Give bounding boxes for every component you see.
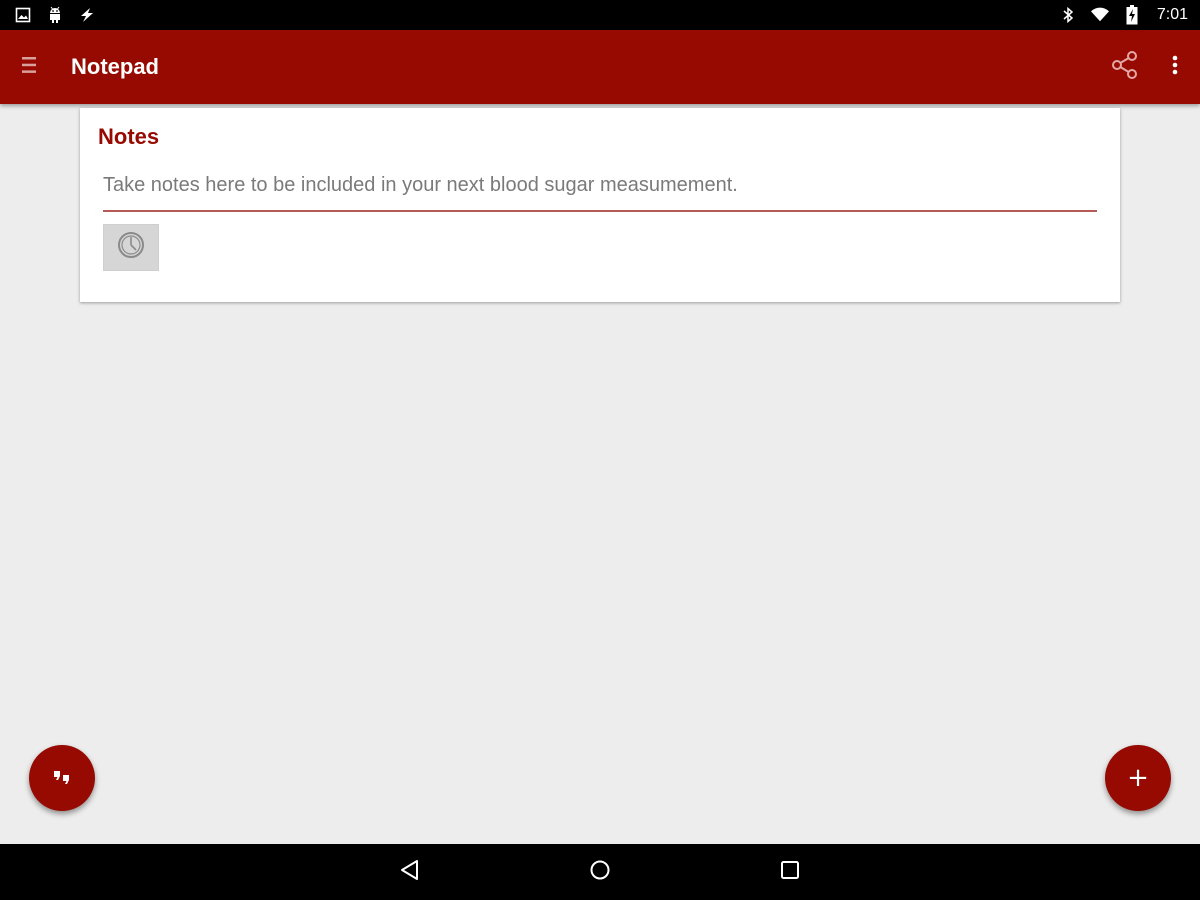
recents-icon [779,859,801,886]
insert-timestamp-button[interactable] [103,224,159,271]
back-icon [399,859,421,886]
share-button[interactable] [1100,30,1150,104]
home-icon [589,859,611,886]
quote-fab-button[interactable] [29,745,95,811]
nav-back-button[interactable] [315,844,505,900]
status-bar-notifications [14,6,96,24]
app-title: Notepad [71,54,159,79]
notes-card-title: Notes [98,124,160,149]
status-bar: 7:01 [0,0,1200,30]
wifi-icon [1090,6,1109,24]
clock-icon [117,231,145,264]
hamburger-menu-icon [22,56,36,79]
app-bar-actions [1100,30,1200,104]
nav-home-button[interactable] [505,844,695,900]
add-fab-button[interactable]: + [1105,745,1171,811]
quote-icon [52,768,72,789]
system-nav-bar [0,844,1200,900]
more-options-button[interactable] [1150,30,1200,104]
status-bar-system: 7:01 [1059,5,1188,25]
flash-icon [78,6,96,24]
nav-recents-button[interactable] [695,844,885,900]
clock-time: 7:01 [1156,6,1188,23]
image-icon [14,6,32,24]
add-icon: + [1127,763,1149,793]
share-icon [1110,50,1140,84]
notes-card: Notes [80,108,1120,302]
bluetooth-icon [1059,6,1077,24]
more-vert-icon [1172,55,1178,80]
notes-input[interactable] [103,168,1097,212]
hamburger-menu-button[interactable] [0,30,58,104]
battery-charging-icon [1123,5,1141,25]
android-icon [46,6,64,24]
app-bar: Notepad [0,30,1200,104]
